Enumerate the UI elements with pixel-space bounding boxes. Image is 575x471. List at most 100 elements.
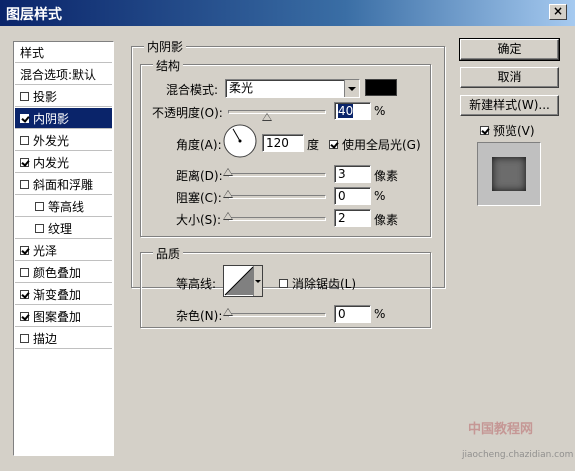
style-checkbox[interactable] (20, 91, 29, 101)
opacity-slider-thumb[interactable] (262, 113, 273, 121)
distance-value: 3 (338, 167, 346, 181)
chevron-down-icon (344, 80, 359, 97)
blend-mode-label: 混合模式: (166, 83, 219, 97)
global-light-checkbox[interactable]: 使用全局光(G) (329, 136, 421, 153)
style-list-item-label: 图案叠加 (33, 309, 82, 324)
blend-color-swatch[interactable] (365, 79, 397, 96)
style-list-item[interactable]: 颜色叠加 (15, 262, 112, 283)
noise-slider-track[interactable] (228, 313, 326, 317)
anti-alias-check-icon (279, 279, 288, 288)
style-list-item[interactable]: 内阴影 (15, 108, 112, 129)
style-checkbox[interactable] (20, 245, 29, 255)
style-checkbox[interactable] (20, 311, 29, 321)
style-list-item-label: 纹理 (48, 221, 73, 236)
style-checkbox[interactable] (35, 201, 44, 211)
contour-preview-icon (224, 266, 254, 296)
blend-mode-value: 柔光 (229, 81, 254, 95)
size-slider-track[interactable] (228, 217, 326, 221)
window-title: 图层样式 (6, 7, 62, 23)
style-checkbox[interactable] (20, 113, 29, 123)
new-style-button[interactable]: 新建样式(W)... (460, 95, 559, 116)
choke-unit: % (374, 189, 386, 203)
choke-input[interactable]: 0 (334, 187, 371, 205)
structure-title: 结构 (153, 57, 184, 74)
inner-shadow-title: 内阴影 (144, 38, 187, 55)
noise-input[interactable]: 0 (334, 305, 371, 323)
opacity-input[interactable]: 40 (334, 102, 371, 120)
style-checkbox[interactable] (20, 333, 29, 343)
style-list-header-label: 样式 (20, 45, 45, 60)
angle-unit: 度 (307, 138, 320, 152)
angle-input[interactable]: 120 (262, 134, 304, 152)
style-list-item-label: 外发光 (33, 133, 70, 148)
angle-dial-icon (223, 124, 257, 158)
style-list-item[interactable]: 等高线 (15, 196, 112, 217)
style-list-item[interactable]: 内发光 (15, 152, 112, 173)
ok-button[interactable]: 确定 (459, 38, 560, 61)
choke-slider-track[interactable] (228, 195, 326, 199)
style-list-item-label: 投影 (33, 89, 58, 104)
style-checkbox[interactable] (20, 179, 29, 189)
preview-check-icon (480, 126, 489, 135)
style-list-item[interactable]: 纹理 (15, 218, 112, 239)
style-checkbox[interactable] (35, 223, 44, 233)
style-list-item[interactable]: 描边 (15, 328, 112, 349)
global-light-check-icon (329, 140, 338, 149)
size-label: 大小(S): (176, 213, 222, 227)
global-light-label: 使用全局光(G) (342, 138, 421, 152)
choke-slider-thumb[interactable] (223, 190, 233, 198)
distance-slider-thumb[interactable] (223, 168, 233, 176)
style-list-item-label: 光泽 (33, 243, 58, 258)
style-list-item[interactable]: 图案叠加 (15, 306, 112, 327)
style-list-item-label: 渐变叠加 (33, 287, 82, 302)
angle-dial[interactable] (222, 123, 258, 159)
preview-label: 预览(V) (493, 124, 535, 138)
style-checkbox[interactable] (20, 289, 29, 299)
title-bar (0, 0, 575, 26)
size-value: 2 (338, 211, 346, 225)
style-checkbox[interactable] (20, 267, 29, 277)
noise-label: 杂色(N): (176, 309, 223, 323)
size-input[interactable]: 2 (334, 209, 371, 227)
choke-value: 0 (338, 189, 346, 203)
opacity-label: 不透明度(O): (152, 106, 223, 120)
distance-unit: 像素 (374, 169, 399, 183)
style-preview (477, 142, 541, 206)
close-button[interactable]: × (549, 4, 567, 20)
noise-slider-thumb[interactable] (223, 308, 233, 316)
size-slider-thumb[interactable] (223, 212, 233, 220)
preview-checkbox[interactable]: 预览(V) (480, 122, 535, 139)
noise-value: 0 (338, 307, 346, 321)
distance-input[interactable]: 3 (334, 165, 371, 183)
style-list-item[interactable]: 投影 (15, 86, 112, 107)
watermark-url: jiaocheng.chazidian.com (462, 450, 574, 460)
style-list-item-label: 描边 (33, 331, 58, 346)
style-list-item[interactable]: 渐变叠加 (15, 284, 112, 305)
style-checkbox[interactable] (20, 135, 29, 145)
anti-alias-label: 消除锯齿(L) (292, 277, 357, 291)
contour-dropdown-icon (253, 266, 262, 296)
anti-alias-checkbox[interactable]: 消除锯齿(L) (279, 275, 356, 292)
distance-slider-track[interactable] (228, 173, 326, 177)
style-list-item-label: 颜色叠加 (33, 265, 82, 280)
opacity-slider-track[interactable] (228, 110, 326, 114)
style-list-item[interactable]: 混合选项:默认 (15, 64, 112, 85)
blend-mode-select[interactable]: 柔光 (225, 79, 360, 98)
style-list-item[interactable]: 斜面和浮雕 (15, 174, 112, 195)
style-list-item-label: 混合选项:默认 (20, 67, 97, 82)
noise-unit: % (374, 307, 386, 321)
style-list-item-label: 等高线 (48, 199, 85, 214)
style-list-item-label: 内发光 (33, 155, 70, 170)
style-list-item[interactable]: 光泽 (15, 240, 112, 261)
watermark-logo: 中国教程网 (468, 422, 534, 437)
distance-label: 距离(D): (176, 169, 223, 183)
cancel-button[interactable]: 取消 (460, 67, 559, 88)
contour-picker[interactable] (223, 265, 263, 297)
style-list-header: 样式 (15, 42, 112, 63)
choke-label: 阻塞(C): (176, 191, 222, 205)
angle-value: 120 (266, 136, 289, 150)
style-list-item[interactable]: 外发光 (15, 130, 112, 151)
style-checkbox[interactable] (20, 157, 29, 167)
style-list-item-label: 斜面和浮雕 (33, 177, 94, 192)
style-list-item-label: 内阴影 (33, 111, 70, 126)
